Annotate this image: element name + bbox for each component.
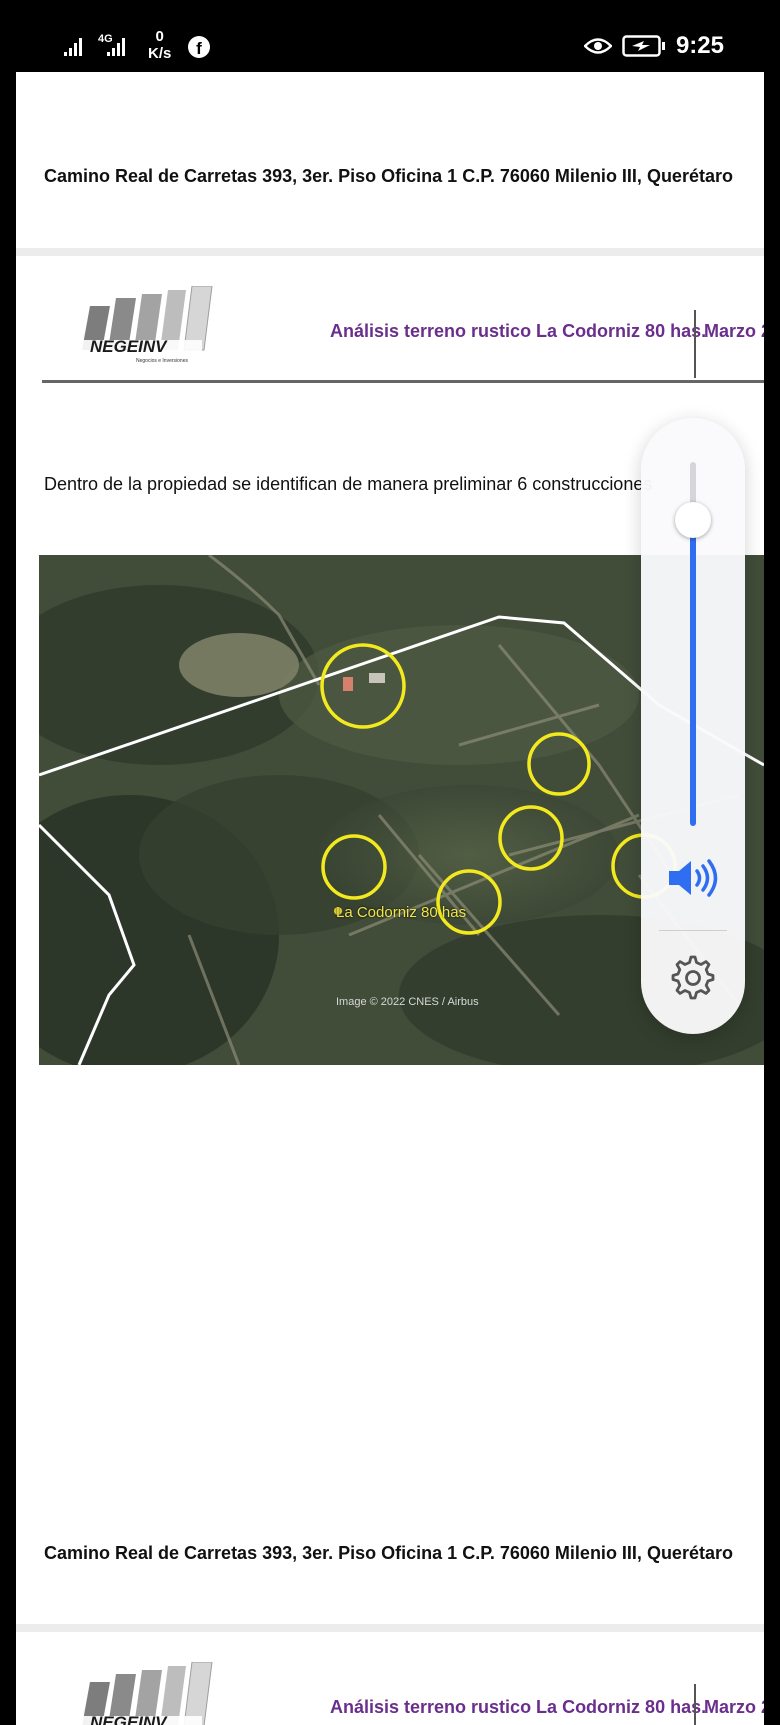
screen-edge	[764, 72, 780, 1725]
page-footer-address: Camino Real de Carretas 393, 3er. Piso O…	[44, 166, 733, 186]
header-divider-2	[694, 1684, 696, 1725]
logo-text: NEGEINV	[90, 337, 168, 356]
volume-slider-thumb[interactable]	[675, 502, 711, 539]
network-speed: 0 K/s	[148, 28, 171, 62]
map-credit: Image © 2022 CNES / Airbus	[336, 996, 479, 1008]
volume-panel[interactable]	[641, 418, 745, 1034]
speaker-volume-icon[interactable]	[667, 858, 721, 898]
page-separator	[16, 248, 764, 256]
facebook-icon: f	[188, 36, 210, 58]
header-divider	[694, 310, 696, 378]
negeinv-logo: NEGEINV Negocios e Inversiones	[80, 286, 213, 364]
status-bar: 4G 0 K/s f 9:25	[0, 0, 780, 72]
network-speed-unit: K/s	[148, 45, 172, 62]
status-right: 9:25	[583, 32, 724, 60]
page-header-date-2: Marzo 2	[704, 1697, 764, 1717]
logo-text-2: NEGEINV	[90, 1713, 168, 1725]
clock: 9:25	[675, 32, 724, 59]
header-rule	[42, 380, 764, 383]
negeinv-logo-2: NEGEINV	[80, 1662, 213, 1725]
network-type: 4G	[98, 33, 113, 45]
page-header-title: Análisis terreno rustico La Codorniz 80 …	[330, 321, 707, 341]
page-header-title-2: Análisis terreno rustico La Codorniz 80 …	[330, 1697, 707, 1717]
page-footer-address-2: Camino Real de Carretas 393, 3er. Piso O…	[44, 1543, 733, 1563]
page-header-date: Marzo 2	[704, 321, 764, 341]
network-speed-value: 0	[155, 28, 164, 45]
signal-icon: 4G	[64, 33, 125, 56]
volume-panel-divider	[659, 930, 727, 931]
battery-charging-icon	[622, 35, 665, 57]
map-location-label: La Codorniz 80 has	[336, 904, 467, 921]
logo-tagline: Negocios e Inversiones	[136, 358, 188, 364]
body-paragraph: Dentro de la propiedad se identifican de…	[44, 474, 653, 494]
page-separator-2	[16, 1624, 764, 1632]
volume-slider-fill	[690, 520, 696, 826]
eye-icon	[583, 38, 612, 54]
gear-icon[interactable]	[670, 955, 716, 1001]
